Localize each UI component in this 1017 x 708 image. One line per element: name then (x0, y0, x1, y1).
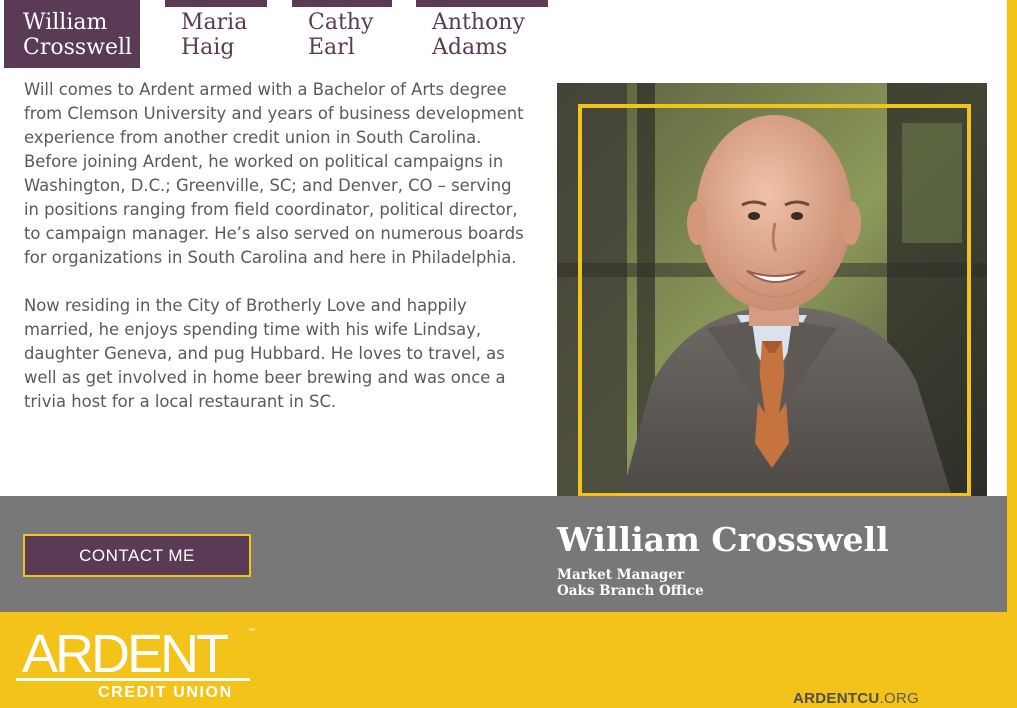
tab-maria-haig[interactable]: Maria Haig (165, 0, 267, 68)
tab-anthony-adams[interactable]: Anthony Adams (416, 0, 548, 68)
logo-wordmark: ARDENT (22, 624, 229, 684)
logo-underline (16, 678, 250, 681)
profile-office: Oaks Branch Office (557, 583, 704, 599)
tab-william-crosswell[interactable]: William Crosswell (4, 0, 140, 68)
tab-label-first: William (23, 10, 108, 35)
tab-cathy-earl[interactable]: Cathy Earl (292, 0, 392, 68)
bio-paragraph-2: Now residing in the City of Brotherly Lo… (24, 296, 506, 411)
bio-text: Will comes to Ardent armed with a Bachel… (24, 78, 524, 438)
profile-role: Market Manager Oaks Branch Office (557, 567, 704, 599)
website-domain: ARDENTCU (793, 690, 880, 707)
tab-accent-bar (416, 0, 548, 7)
tab-accent-bar (292, 0, 392, 7)
tab-accent-bar (165, 0, 267, 7)
profile-name: William Crosswell (557, 520, 889, 559)
tab-label-last: Adams (432, 35, 508, 60)
ardent-logo[interactable]: ARDENT ™ CREDIT UNION (16, 626, 261, 704)
bio-paragraph-1: Will comes to Ardent armed with a Bachel… (24, 80, 524, 267)
tab-label-last: Crosswell (23, 35, 133, 60)
profile-title: Market Manager (557, 567, 685, 583)
tab-label-last: Haig (181, 35, 235, 60)
tab-label-first: Anthony (432, 10, 525, 35)
tab-label-first: Cathy (308, 10, 374, 35)
right-accent-rail (1007, 0, 1017, 612)
portrait-illustration (557, 83, 987, 513)
tab-label-first: Maria (181, 10, 248, 35)
logo-trademark: ™ (248, 628, 255, 635)
website-link[interactable]: ARDENTCU.ORG (793, 690, 919, 707)
website-tld: .ORG (879, 690, 920, 707)
contact-me-button[interactable]: CONTACT ME (23, 534, 251, 577)
tab-label-last: Earl (308, 35, 355, 60)
profile-photo (557, 83, 987, 513)
staff-tabs: William Crosswell Maria Haig Cathy Earl … (0, 0, 560, 68)
logo-subtitle: CREDIT UNION (98, 684, 233, 701)
